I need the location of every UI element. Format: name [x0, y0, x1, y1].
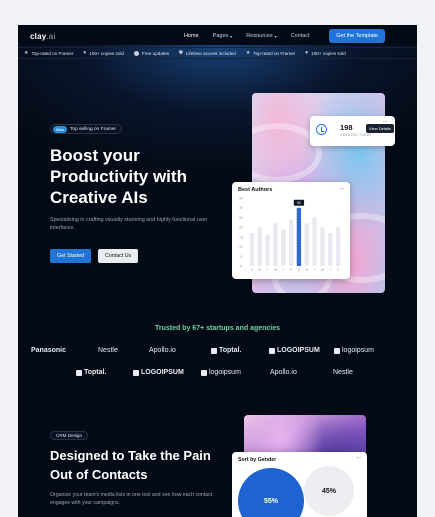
y-tick-label: 10 [239, 245, 243, 249]
bar [312, 217, 317, 266]
new-pill: New [53, 125, 68, 133]
y-tick-label: 5 [240, 255, 242, 259]
logoipsum-icon [133, 369, 139, 376]
x-tick-label: T [282, 268, 284, 272]
brand-logo: Nestle [333, 369, 353, 376]
trusted-heading: Trusted by 67+ startups and agencies [154, 325, 281, 332]
get-started-button[interactable]: Get Started [50, 249, 92, 263]
shield-icon: ⛊ [179, 50, 183, 56]
nav-link-pages[interactable]: Pages ▾ [213, 33, 233, 39]
ticker-item: ⛊ Lifetime access included [179, 50, 236, 56]
nav-link-resources[interactable]: Resources ▾ [246, 33, 276, 39]
nav-link-contact[interactable]: Contact [291, 33, 310, 39]
clock-icon [316, 124, 327, 135]
ticker-item: Free updates [133, 50, 169, 56]
x-tick-label: W [274, 268, 278, 272]
brand-logo: LOGOIPSUM [269, 347, 320, 354]
badge-text: Top selling on Framer [70, 126, 117, 132]
x-tick-label: M [258, 268, 261, 272]
highlight-label: 50 [297, 201, 301, 205]
star-icon: ★ [245, 50, 251, 56]
heart-icon: ♥ [305, 50, 309, 56]
crm-title: Designed to Take the Pain Out of Contact… [50, 448, 211, 482]
bar [249, 232, 255, 266]
brand-logo: Apollo.io [270, 369, 297, 376]
contact-us-button[interactable]: Contact Us [98, 249, 139, 263]
x-tick-label: M [305, 268, 308, 272]
brand-logo: Panasonic [31, 347, 67, 354]
ticker-item: ★ Top-rated on Framer [24, 50, 74, 56]
x-tick-label: S [251, 268, 254, 272]
chevron-down-icon: ▾ [230, 33, 233, 39]
chevron-down-icon: ▾ [274, 33, 277, 39]
bar [288, 219, 294, 266]
y-tick-label: 0 [240, 265, 242, 269]
hero-badge: New Top selling on Framer [50, 124, 123, 134]
x-tick-label: F [337, 268, 339, 272]
toptal-icon [76, 369, 82, 376]
nav-link-home[interactable]: Home [184, 33, 199, 39]
crm-badge: CRM Design [50, 431, 89, 440]
brand-logo: Toptal. [76, 369, 106, 376]
sort-by-gender-card: Sort by Gender ... 55% 45% [232, 452, 367, 517]
female-circle: 45% [304, 466, 354, 516]
bar [257, 227, 262, 266]
y-tick-label: 35 [239, 197, 243, 201]
bar [265, 234, 270, 266]
bar [320, 227, 325, 266]
logoipsum-icon [269, 347, 275, 354]
x-tick-label: T [314, 268, 316, 272]
bar [304, 223, 309, 266]
x-tick-label: F [290, 268, 292, 272]
bar-chart: 35302520151050S M T W T F50S M T W T F [239, 197, 341, 272]
brand-logo: Apollo.io [149, 347, 176, 354]
stat-value: 198 [340, 123, 353, 132]
y-tick-label: 15 [239, 235, 243, 239]
logo-row-1: Panasonic Nestle Apollo.io Toptal. LOGOI… [18, 347, 417, 359]
y-tick-label: 30 [239, 206, 243, 210]
feature-ticker: ★ Top-rated on Framer ♥ 100+ copies sold F… [18, 47, 417, 59]
x-tick-label: W [321, 268, 325, 272]
y-tick-label: 20 [239, 226, 243, 230]
brand-logo: Toptal. [211, 347, 241, 354]
view-details-tooltip[interactable]: View Details [366, 124, 394, 133]
x-tick-label: T [329, 268, 331, 272]
page-frame: clay.ai Home Pages ▾ Resources ▾ Contact G… [18, 25, 417, 517]
logoipsum-icon [201, 369, 207, 376]
bar [281, 229, 286, 266]
update-icon [133, 50, 139, 56]
male-percent: 55% [263, 497, 278, 505]
bar [328, 232, 333, 266]
brand-logo: logoipsum [334, 347, 374, 354]
heart-icon: ♥ [83, 50, 87, 56]
star-icon: ★ [24, 50, 29, 56]
nav-links: Home Pages ▾ Resources ▾ Contact [184, 25, 324, 47]
female-percent: 45% [321, 487, 336, 495]
more-icon[interactable]: ... [356, 454, 361, 460]
gender-card-title: Sort by Gender [238, 457, 277, 463]
toptal-icon [211, 347, 217, 354]
logo-row-2: Toptal. LOGOIPSUM logoipsum Apollo.io Ne… [18, 369, 417, 381]
bar [273, 223, 278, 266]
x-tick-label: T [267, 268, 269, 272]
logo[interactable]: clay.ai [30, 32, 55, 41]
brand-logo: LOGOIPSUM [133, 369, 184, 376]
stat-label: CREATED TODAY [340, 133, 372, 137]
logoipsum-icon [334, 347, 340, 354]
ticker-item: ♥ 100+ copies sold [305, 50, 346, 56]
ticker-item: ★ Top-rated on Framer [245, 50, 296, 56]
best-authors-card: Best Authors ... 35 30 25 20 15 10 5 0 S M T W T F 50 S… [232, 182, 350, 279]
ticker-item: ♥ 100+ copies sold [83, 50, 124, 56]
top-nav: clay.ai Home Pages ▾ Resources ▾ Contact G… [18, 25, 417, 47]
x-tick-label: S [298, 268, 301, 272]
brand-logo: logoipsum [201, 369, 241, 376]
brand-logo: Nestle [98, 347, 118, 354]
hero-title: Boost your Productivity with Creative AI… [50, 146, 187, 207]
crm-subtitle: Organize your team's media lists in one … [50, 492, 213, 506]
y-tick-label: 25 [239, 216, 243, 220]
get-template-button[interactable]: Get the Template [329, 29, 385, 43]
bar [335, 227, 341, 266]
male-circle: 55% [238, 468, 304, 517]
hero-subtitle: Specialising in crafting visually stunni… [50, 217, 208, 231]
